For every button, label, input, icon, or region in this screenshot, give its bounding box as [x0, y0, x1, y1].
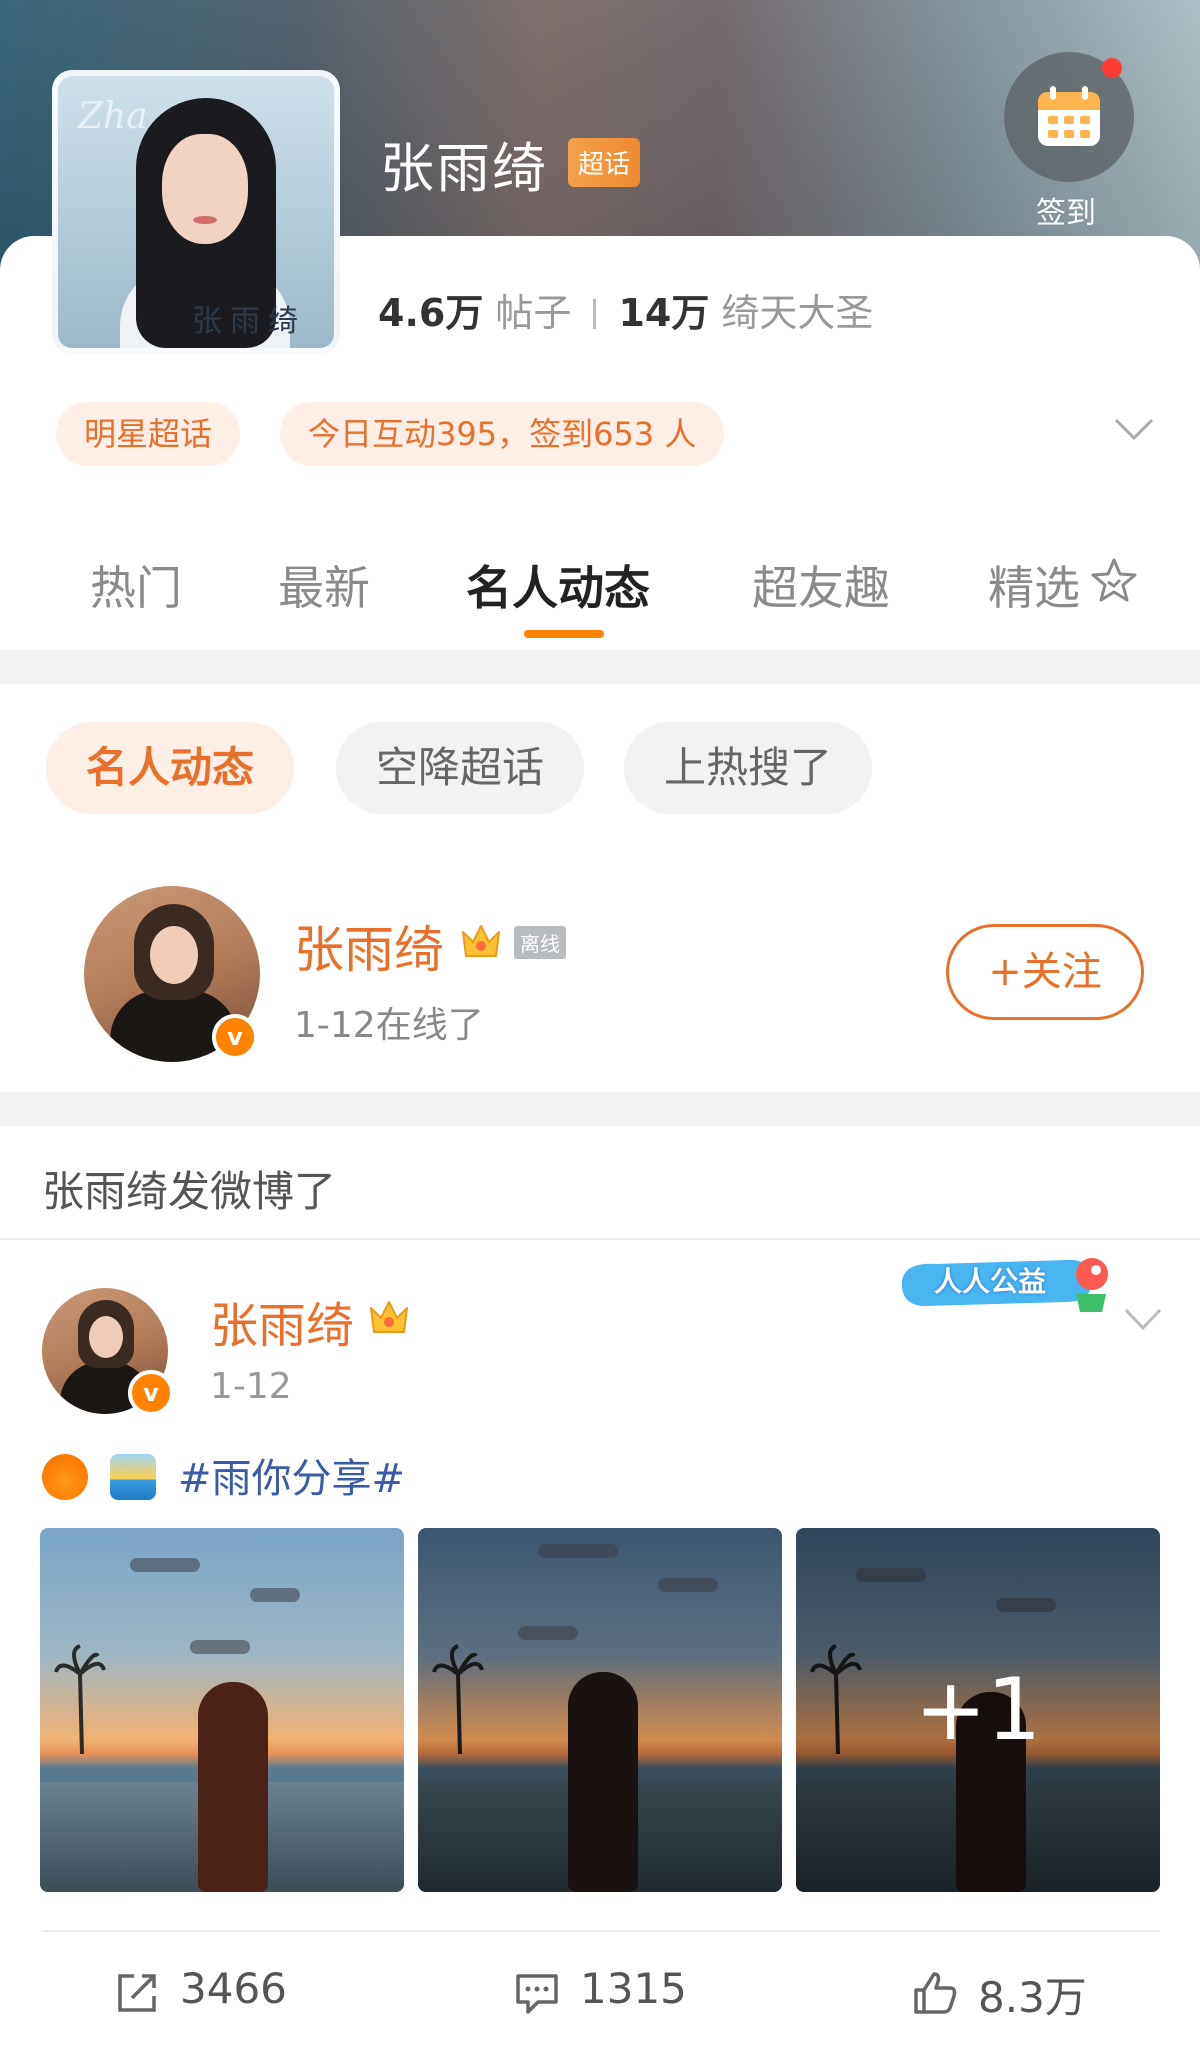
- stats-divider: [593, 299, 597, 329]
- today-activity-tag[interactable]: 今日互动395，签到653 人: [280, 402, 725, 466]
- fans-count: 14万: [618, 291, 710, 335]
- hashtag-link[interactable]: #雨你分享#: [178, 1456, 405, 1502]
- topic-title: 张雨绮: [380, 137, 548, 200]
- chip-airdrop[interactable]: 空降超话: [336, 722, 585, 814]
- tab-latest[interactable]: 最新: [278, 552, 370, 618]
- cover-signature: 张雨绮: [192, 304, 306, 339]
- offline-badge: 离线: [514, 926, 566, 959]
- palm-tree-icon: [432, 1644, 484, 1754]
- feed-section-header: 张雨绮发微博了: [42, 1167, 337, 1216]
- topic-stats: 4.6万 帖子 14万 绮天大圣: [378, 282, 873, 337]
- post-author-name[interactable]: 张雨绮: [210, 1286, 354, 1356]
- checkin-label[interactable]: 签到: [1036, 188, 1096, 232]
- like-count: 8.3万: [978, 1973, 1087, 2022]
- post-photo-1[interactable]: [40, 1528, 404, 1892]
- celebrity-name[interactable]: 张雨绮: [294, 910, 444, 982]
- chip-celebrity-news[interactable]: 名人动态: [46, 722, 295, 814]
- follow-button[interactable]: +关注: [946, 924, 1144, 1020]
- post-photo-3[interactable]: +1: [796, 1528, 1160, 1892]
- post-photo-2[interactable]: [418, 1528, 782, 1892]
- chevron-down-icon[interactable]: [1122, 1306, 1164, 1334]
- more-photos-count[interactable]: +1: [796, 1528, 1160, 1892]
- super-topic-badge: 超话: [568, 138, 641, 187]
- divider: [0, 1238, 1200, 1240]
- crown-icon: [370, 1301, 408, 1333]
- fans-label: 绮天大圣: [721, 291, 874, 335]
- tab-celebrity-news[interactable]: 名人动态: [466, 552, 650, 618]
- topic-cover-image[interactable]: Zha 张雨绮: [52, 70, 340, 354]
- chip-hot-search[interactable]: 上热搜了: [624, 722, 873, 814]
- crown-icon: [462, 925, 500, 957]
- comment-count: 1315: [580, 1964, 687, 2013]
- calendar-icon: [1038, 86, 1100, 146]
- celebrity-status: 1-12在线了: [294, 1005, 484, 1046]
- verified-icon: v: [128, 1370, 174, 1416]
- divider: [42, 1930, 1160, 1932]
- tab-hot[interactable]: 热门: [90, 552, 182, 618]
- active-tab-indicator: [524, 630, 604, 638]
- post-content: #雨你分享#: [42, 1446, 405, 1504]
- orange-emoji-icon: [42, 1454, 88, 1500]
- charity-label[interactable]: 人人公益: [934, 1260, 1046, 1300]
- star-icon: [1091, 558, 1137, 602]
- verified-icon: v: [212, 1014, 258, 1060]
- category-tag[interactable]: 明星超话: [56, 402, 241, 466]
- post-timestamp: 1-12: [210, 1366, 292, 1407]
- like-icon: [914, 1972, 957, 2014]
- repost-icon: [118, 1974, 156, 2012]
- posts-label: 帖子: [495, 291, 572, 335]
- notification-dot: [1102, 58, 1122, 78]
- posts-count: 4.6万: [378, 291, 484, 335]
- comment-icon: [516, 1974, 558, 2014]
- palm-tree-icon: [54, 1644, 106, 1754]
- chevron-down-icon[interactable]: [1112, 414, 1156, 444]
- tab-featured[interactable]: 精选: [988, 552, 1080, 618]
- sunrise-emoji-icon: [110, 1454, 156, 1500]
- tab-fan-fun[interactable]: 超友趣: [752, 552, 890, 618]
- repost-count: 3466: [180, 1964, 287, 2013]
